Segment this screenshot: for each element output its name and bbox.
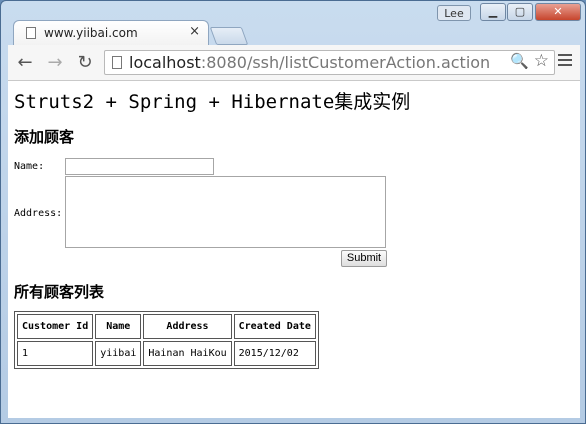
add-customer-heading: 添加顾客 xyxy=(14,128,75,146)
browser-toolbar: ← → ↻ localhost:8080/ssh/listCustomerAct… xyxy=(8,45,580,81)
new-tab-button[interactable] xyxy=(209,27,249,45)
address-label: Address: xyxy=(14,208,63,219)
cell-customer-id: 1 xyxy=(17,341,94,366)
page-info-icon[interactable] xyxy=(112,56,122,69)
page-title: Struts2 + Spring + Hibernate集成实例 xyxy=(14,91,411,113)
cell-address: Hainan HaiKou xyxy=(143,341,232,366)
tab-active[interactable]: www.yiibai.com × xyxy=(13,20,209,46)
page-content: Struts2 + Spring + Hibernate集成实例 添加顾客 Na… xyxy=(8,81,580,418)
table-row: 1 yiibai Hainan HaiKou 2015/12/02 xyxy=(17,341,316,366)
name-label: Name: xyxy=(14,161,45,172)
customer-table: Customer Id Name Address Created Date 1 … xyxy=(14,311,319,369)
forward-button[interactable]: → xyxy=(44,52,66,73)
zoom-icon[interactable]: 🔍 xyxy=(510,52,529,70)
maximize-button[interactable]: ▢ xyxy=(507,3,533,21)
column-header-address: Address xyxy=(143,314,232,339)
tab-close-icon[interactable]: × xyxy=(189,24,200,39)
bookmark-star-icon[interactable]: ☆ xyxy=(534,51,549,71)
cell-created-date: 2015/12/02 xyxy=(233,341,316,366)
column-header-customer-id: Customer Id xyxy=(17,314,94,339)
back-button[interactable]: ← xyxy=(14,52,36,73)
cell-name: yiibai xyxy=(95,341,142,366)
customer-list-heading: 所有顾客列表 xyxy=(14,283,105,301)
submit-button[interactable]: Submit xyxy=(341,250,387,267)
address-bar[interactable]: localhost:8080/ssh/listCustomerAction.ac… xyxy=(104,50,555,75)
user-profile-button[interactable]: Lee xyxy=(437,5,471,21)
column-header-name: Name xyxy=(95,314,142,339)
close-window-button[interactable]: ✕ xyxy=(535,3,581,21)
page-icon xyxy=(26,27,36,39)
minimize-button[interactable]: ▁ xyxy=(480,3,506,21)
address-textarea[interactable] xyxy=(65,176,386,248)
url-text[interactable]: localhost:8080/ssh/listCustomerAction.ac… xyxy=(129,53,490,72)
browser-window: www.yiibai.com × Lee ▁ ▢ ✕ ← → ↻ localho… xyxy=(0,0,586,424)
tab-title: www.yiibai.com xyxy=(44,26,138,40)
table-header-row: Customer Id Name Address Created Date xyxy=(17,314,316,339)
column-header-created-date: Created Date xyxy=(233,314,316,339)
menu-icon[interactable] xyxy=(558,54,572,69)
url-path: :8080/ssh/listCustomerAction.action xyxy=(200,53,491,72)
name-input[interactable] xyxy=(65,158,214,175)
reload-button[interactable]: ↻ xyxy=(74,52,96,73)
url-host: localhost xyxy=(129,53,201,72)
